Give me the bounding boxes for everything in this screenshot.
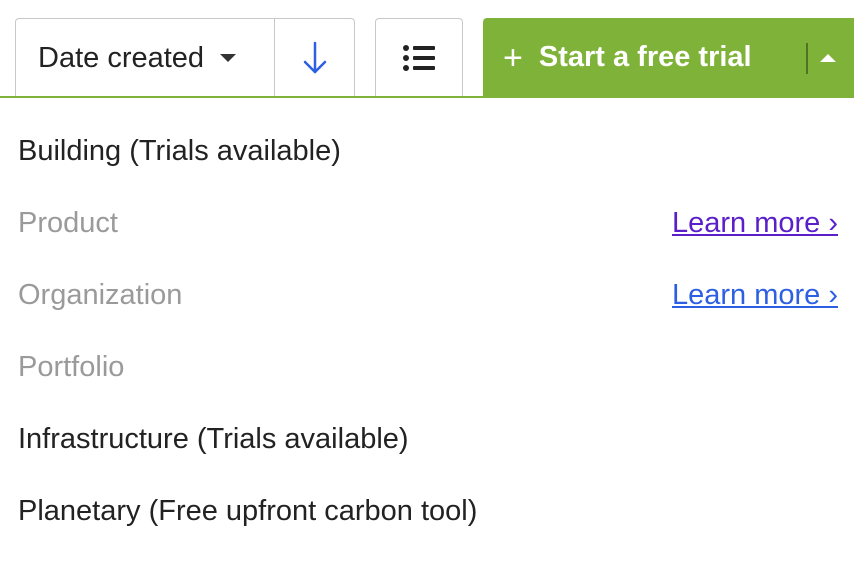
menu-item-building[interactable]: Building (Trials available) (18, 131, 838, 171)
sort-control-group: Date created (15, 18, 355, 97)
start-free-trial-label: Start a free trial (538, 41, 752, 73)
arrow-down-icon (303, 41, 326, 74)
menu-item-infrastructure[interactable]: Infrastructure (Trials available) (18, 419, 838, 459)
list-view-button[interactable] (375, 18, 463, 97)
sort-direction-button[interactable] (275, 19, 354, 97)
menu-item-label: Product (18, 206, 118, 239)
list-icon (403, 45, 435, 71)
toolbar: Date created + Start a free trial (0, 0, 854, 98)
accent-divider (0, 96, 854, 98)
caret-up-icon[interactable] (820, 54, 836, 62)
menu-item-product: Product Learn more › (18, 203, 838, 243)
menu-item-portfolio: Portfolio (18, 347, 838, 387)
menu-item-label: Planetary (Free upfront carbon tool) (18, 494, 478, 527)
plus-icon: + (503, 38, 523, 77)
sort-by-dropdown[interactable]: Date created (16, 19, 275, 97)
start-free-trial-button[interactable]: + Start a free trial (483, 18, 854, 97)
sort-by-value: Date created (38, 41, 205, 74)
learn-more-link[interactable]: Learn more › (672, 279, 838, 312)
menu-item-organization: Organization Learn more › (18, 275, 838, 315)
menu-item-label: Organization (18, 278, 183, 311)
menu-item-label: Portfolio (18, 350, 125, 383)
caret-down-icon (220, 54, 237, 62)
menu-item-planetary[interactable]: Planetary (Free upfront carbon tool) (18, 491, 838, 531)
learn-more-link[interactable]: Learn more › (672, 207, 838, 240)
button-separator (806, 43, 808, 74)
menu-item-label: Infrastructure (Trials available) (18, 422, 409, 455)
menu-item-label: Building (Trials available) (18, 134, 341, 167)
